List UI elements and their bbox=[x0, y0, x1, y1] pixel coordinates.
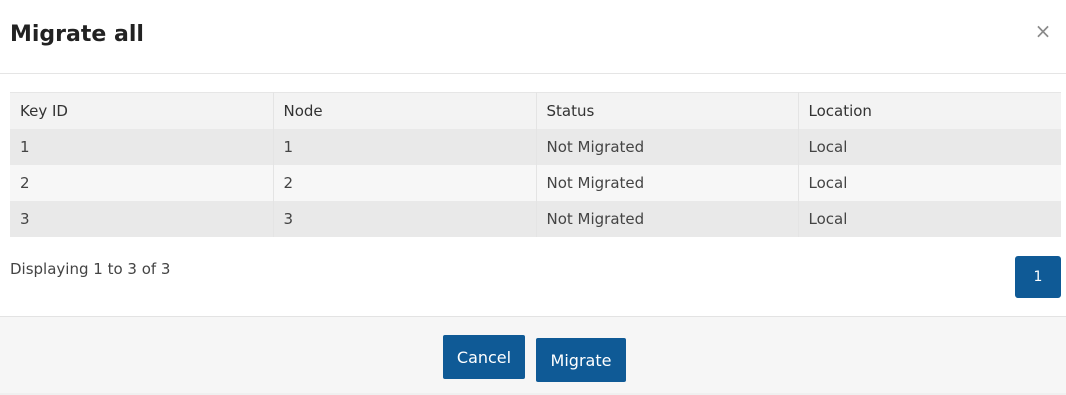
table-header-row: Key ID Node Status Location bbox=[10, 92, 1061, 129]
cancel-button[interactable]: Cancel bbox=[443, 335, 525, 379]
pagination-info: Displaying 1 to 3 of 3 bbox=[10, 260, 171, 278]
column-header-node[interactable]: Node bbox=[273, 92, 537, 129]
table-row[interactable]: 2 2 Not Migrated Local bbox=[10, 165, 1061, 201]
cell-node: 3 bbox=[273, 201, 537, 237]
cell-status: Not Migrated bbox=[536, 129, 799, 165]
column-header-key-id[interactable]: Key ID bbox=[10, 92, 274, 129]
cell-status: Not Migrated bbox=[536, 165, 799, 201]
keys-table: Key ID Node Status Location 1 1 Not Migr… bbox=[10, 92, 1061, 237]
migrate-all-dialog: Migrate all × Key ID Node Status Locatio… bbox=[0, 0, 1066, 393]
close-icon[interactable]: × bbox=[1032, 20, 1054, 42]
cell-node: 2 bbox=[273, 165, 537, 201]
cell-node: 1 bbox=[273, 129, 537, 165]
migrate-button[interactable]: Migrate bbox=[536, 338, 626, 382]
cell-location: Local bbox=[808, 174, 848, 192]
cell-status: Not Migrated bbox=[536, 201, 799, 237]
page-1-button[interactable]: 1 bbox=[1015, 256, 1061, 298]
cell-key-id: 2 bbox=[10, 165, 274, 201]
dialog-header: Migrate all × bbox=[0, 0, 1066, 74]
cell-location: Local bbox=[808, 210, 848, 228]
table-row[interactable]: 3 3 Not Migrated Local bbox=[10, 201, 1061, 237]
dialog-title: Migrate all bbox=[10, 22, 144, 47]
table-row[interactable]: 1 1 Not Migrated Local bbox=[10, 129, 1061, 165]
cell-location: Local bbox=[808, 138, 848, 156]
cell-key-id: 3 bbox=[10, 201, 274, 237]
dialog-footer: Cancel Migrate bbox=[0, 316, 1066, 393]
cell-key-id: 1 bbox=[10, 129, 274, 165]
column-header-location[interactable]: Location bbox=[798, 92, 1061, 129]
column-header-status[interactable]: Status bbox=[536, 92, 799, 129]
